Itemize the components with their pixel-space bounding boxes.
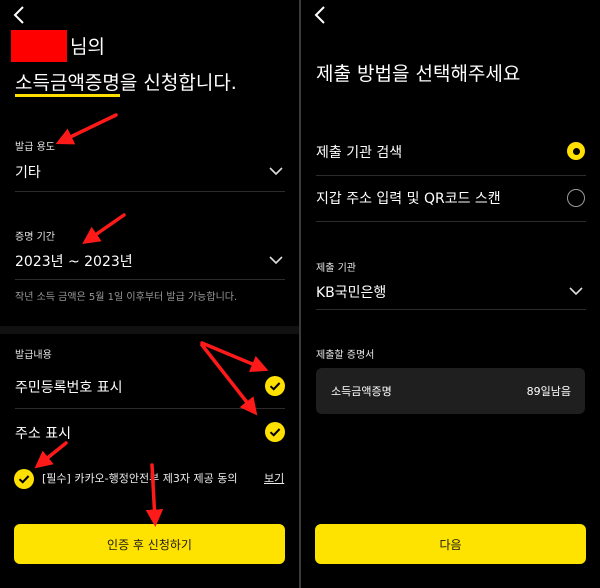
period-label: 증명 기간 (15, 232, 55, 243)
check-icon[interactable] (14, 469, 34, 489)
consent-text: [필수] 카카오-행정안전부 제3자 제공 동의 (42, 472, 238, 485)
certificate-name: 소득금액증명 (331, 385, 392, 398)
period-note: 작년 소득 금액은 5월 1일 이후부터 발급 가능합니다. (15, 292, 238, 303)
chevron-down-icon (569, 287, 583, 296)
period-select[interactable]: 2023년 ~ 2023년 (0, 244, 299, 278)
method-option-search[interactable]: 제출 기관 검색 (301, 132, 600, 170)
method-label: 지갑 주소 입력 및 QR코드 스캔 (316, 191, 501, 207)
radio-unselected-icon[interactable] (567, 189, 585, 207)
right-screen: 제출 방법을 선택해주세요 제출 기관 검색 지갑 주소 입력 및 QR코드 스… (301, 0, 600, 588)
section-gap (0, 326, 299, 334)
radio-selected-icon[interactable] (567, 142, 585, 160)
method-option-wallet-qr[interactable]: 지갑 주소 입력 및 QR코드 스캔 (301, 180, 600, 218)
period-value: 2023년 ~ 2023년 (15, 254, 133, 270)
divider (15, 279, 285, 280)
divider (15, 408, 285, 409)
check-icon[interactable] (265, 422, 285, 442)
title-rest: 을 신청합니다. (119, 72, 237, 94)
view-terms-link[interactable]: 보기 (264, 470, 284, 486)
purpose-select[interactable]: 기타 (0, 156, 299, 190)
consent-row[interactable]: [필수] 카카오-행정안전부 제3자 제공 동의 보기 (0, 464, 299, 508)
chevron-down-icon (269, 256, 283, 265)
certificate-card: 소득금액증명 89일남음 (316, 368, 585, 414)
back-icon[interactable] (311, 4, 331, 26)
page-title: 소득금액증명을 신청합니다. (15, 68, 237, 98)
purpose-value: 기타 (15, 165, 41, 181)
purpose-label: 발급 용도 (15, 142, 55, 153)
institution-select[interactable]: KB국민은행 (301, 276, 600, 306)
method-label: 제출 기관 검색 (316, 145, 403, 161)
issue-contents-label: 발급내용 (15, 350, 52, 361)
option-label: 주민등록번호 표시 (15, 380, 123, 396)
back-icon[interactable] (10, 4, 30, 26)
title-suffix: 님의 (70, 36, 105, 58)
divider (316, 221, 586, 222)
check-icon[interactable] (265, 376, 285, 396)
institution-value: KB국민은행 (316, 285, 387, 301)
certificate-remaining: 89일남음 (526, 385, 571, 398)
title-highlight: 소득금액증명 (15, 68, 120, 98)
certificates-label: 제출할 증명서 (316, 350, 375, 361)
next-button[interactable]: 다음 (315, 524, 586, 564)
apply-after-auth-button[interactable]: 인증 후 신청하기 (14, 524, 285, 564)
redacted-name-box (11, 30, 67, 62)
institution-label: 제출 기관 (316, 263, 356, 274)
option-row-resident-number[interactable]: 주민등록번호 표시 (0, 370, 299, 402)
divider (15, 191, 285, 192)
page-title: 제출 방법을 선택해주세요 (316, 63, 521, 85)
divider (316, 175, 586, 176)
option-label: 주소 표시 (15, 426, 71, 442)
chevron-down-icon (269, 167, 283, 176)
left-screen: 님의 소득금액증명을 신청합니다. 발급 용도 기타 증명 기간 2023년 ~… (0, 0, 299, 588)
option-row-address[interactable]: 주소 표시 (0, 416, 299, 448)
divider (316, 309, 586, 310)
